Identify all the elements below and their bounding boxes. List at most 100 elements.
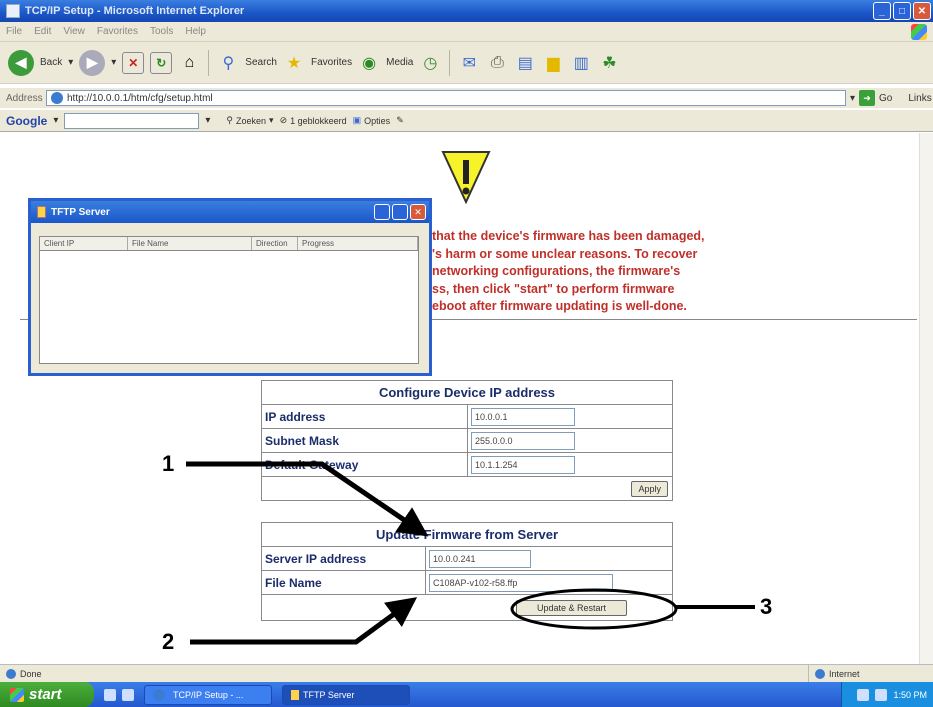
forward-arrow-icon[interactable]: ▶ [79, 49, 106, 76]
options-icon: ▣ [352, 115, 362, 125]
maximize-button[interactable]: □ [893, 2, 911, 20]
warning-line: eboot after firmware updating is well-do… [432, 299, 687, 313]
search-icon[interactable]: ⚲ [217, 52, 239, 74]
network-tray-icon[interactable] [857, 688, 870, 701]
go-button-label[interactable]: Go [879, 93, 892, 104]
forward-dropdown-icon[interactable]: ▾ [111, 57, 116, 68]
close-button[interactable]: ✕ [913, 2, 931, 20]
callout-3: 3 [760, 594, 773, 619]
tftp-minimize-button[interactable] [374, 204, 390, 220]
google-input-dropdown-icon[interactable]: ▾ [205, 115, 210, 126]
ie-quicklaunch-icon[interactable] [122, 688, 134, 701]
print-icon[interactable]: ⎙ [486, 52, 508, 74]
page-status-icon [6, 668, 16, 679]
toolbar-separator [449, 49, 451, 76]
menu-file[interactable]: File [6, 26, 22, 37]
ie-icon [6, 4, 20, 18]
history-icon[interactable]: ◷ [419, 52, 441, 74]
menu-help[interactable]: Help [185, 26, 206, 37]
menu-edit[interactable]: Edit [34, 26, 51, 37]
address-bar: Address http://10.0.0.1/htm/cfg/setup.ht… [0, 88, 933, 108]
tftp-server-window[interactable]: TFTP Server ✕ Client IP File Name Direct… [28, 198, 432, 376]
clock: 1:50 PM [893, 689, 927, 700]
google-search-input[interactable] [64, 112, 200, 129]
edit-icon[interactable]: ▤ [514, 52, 536, 74]
column-direction[interactable]: Direction [252, 237, 298, 250]
stop-icon[interactable]: ✕ [122, 51, 145, 74]
toolbar-separator [208, 49, 210, 76]
tftp-transfer-list[interactable]: Client IP File Name Direction Progress [39, 236, 419, 364]
google-dropdown-icon[interactable]: ▾ [53, 115, 58, 126]
callout-2: 2 [162, 629, 175, 654]
address-dropdown-icon[interactable]: ▾ [850, 93, 855, 104]
options-button[interactable]: ▣ Opties [353, 115, 391, 126]
zone-label: Internet [829, 669, 860, 679]
media-icon[interactable]: ◉ [358, 52, 380, 74]
ip-address-label: IP address [261, 404, 468, 429]
go-arrow-icon[interactable]: ➜ [859, 90, 876, 106]
zoeken-button[interactable]: ⚲ Zoeken ▾ [226, 115, 273, 126]
taskbar-item-tftp-server[interactable]: TFTP Server [282, 684, 410, 705]
back-dropdown-icon[interactable]: ▾ [68, 57, 73, 68]
status-text: Done [20, 668, 42, 679]
google-logo[interactable]: Google [6, 114, 47, 128]
favorites-button-label[interactable]: Favorites [311, 57, 352, 68]
address-input[interactable]: http://10.0.0.1/htm/cfg/setup.html [46, 90, 846, 106]
tftp-task-icon [291, 689, 299, 700]
file-name-label: File Name [261, 570, 426, 595]
ip-config-header: Configure Device IP address [261, 380, 673, 405]
apply-button[interactable]: Apply [631, 480, 668, 497]
minimize-button[interactable]: _ [873, 2, 891, 20]
column-file-name[interactable]: File Name [128, 237, 252, 250]
menu-favorites[interactable]: Favorites [97, 26, 138, 37]
taskbar-item-tcpip-setup[interactable]: TCP/IP Setup - ... [144, 684, 272, 705]
mail-icon[interactable]: ✉ [458, 52, 480, 74]
task-label: TCP/IP Setup - ... [173, 689, 244, 700]
menu-view[interactable]: View [63, 26, 85, 37]
research-icon[interactable]: ▥ [570, 52, 592, 74]
update-restart-button[interactable]: Update & Restart [516, 599, 628, 616]
highlight-pencil-icon[interactable]: ✎ [396, 115, 404, 126]
popup-blocker-button[interactable]: ⊘ 1 geblokkeerd [280, 115, 347, 126]
tftp-close-button[interactable]: ✕ [410, 204, 426, 220]
callout-1: 1 [162, 451, 175, 476]
tftp-list-header: Client IP File Name Direction Progress [40, 237, 418, 251]
taskbar: start TCP/IP Setup - ... TFTP Server 1:5… [0, 682, 933, 707]
security-tray-icon[interactable] [875, 688, 888, 701]
popup-blocked-icon: ⊘ [279, 115, 288, 125]
back-button-label[interactable]: Back [40, 57, 62, 68]
column-progress[interactable]: Progress [298, 237, 418, 250]
task-label: TFTP Server [303, 689, 355, 700]
refresh-icon[interactable]: ↻ [150, 51, 173, 74]
file-name-field[interactable]: C108AP-v102-r58.ffp [429, 573, 613, 592]
media-button-label[interactable]: Media [386, 57, 413, 68]
tftp-title: TFTP Server [51, 206, 110, 218]
vertical-scrollbar[interactable] [919, 133, 933, 664]
menu-bar: File Edit View Favorites Tools Help [0, 22, 933, 42]
menu-tools[interactable]: Tools [150, 26, 173, 37]
subnet-mask-field[interactable]: 255.0.0.0 [471, 431, 575, 450]
default-gateway-field[interactable]: 10.1.1.254 [471, 455, 575, 474]
column-client-ip[interactable]: Client IP [40, 237, 128, 250]
warning-line: ss, then click "start" to perform firmwa… [432, 281, 675, 296]
tftp-app-icon [37, 206, 46, 218]
show-desktop-icon[interactable] [104, 688, 116, 701]
back-arrow-icon[interactable]: ◀ [8, 49, 34, 76]
folder-icon[interactable]: ▆ [542, 52, 564, 74]
ip-address-field[interactable]: 10.0.0.1 [471, 407, 575, 426]
tftp-maximize-button[interactable] [392, 204, 408, 220]
home-icon[interactable]: ⌂ [178, 52, 200, 74]
server-ip-field[interactable]: 10.0.0.241 [429, 549, 531, 568]
tftp-titlebar[interactable]: TFTP Server [31, 201, 429, 223]
favorites-star-icon[interactable]: ★ [283, 52, 305, 74]
start-button[interactable]: start [0, 682, 94, 707]
address-url: http://10.0.0.1/htm/cfg/setup.html [67, 92, 213, 104]
tftp-window-controls: ✕ [374, 204, 426, 220]
links-label[interactable]: Links [908, 93, 931, 104]
search-button-label[interactable]: Search [245, 57, 277, 68]
ip-config-table: Configure Device IP address IP address 1… [261, 380, 673, 501]
address-label: Address [6, 92, 43, 104]
firmware-warning-text: that the device's firmware has been dama… [432, 228, 705, 316]
page-icon [51, 92, 63, 104]
messenger-icon[interactable]: ☘ [598, 52, 620, 74]
